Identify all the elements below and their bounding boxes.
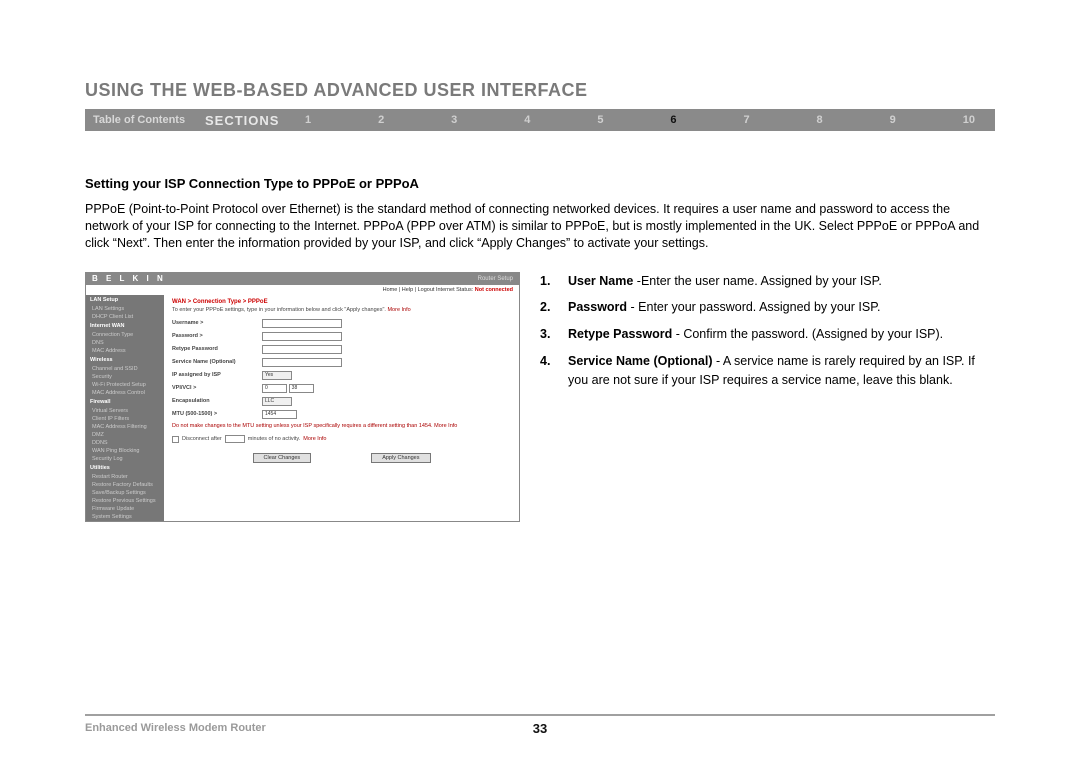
list-item: 4. Service Name (Optional) - A service n… (540, 352, 995, 390)
list-item: 1. User Name -Enter the user name. Assig… (540, 272, 995, 291)
sections-label: SECTIONS (205, 113, 305, 128)
encapsulation-select[interactable]: LLC (262, 397, 292, 406)
router-main: WAN > Connection Type > PPPoE To enter y… (164, 295, 519, 521)
router-top-links: Home | Help | Logout Internet Status: No… (86, 285, 519, 295)
field-descriptions-list: 1. User Name -Enter the user name. Assig… (540, 272, 995, 390)
sections-bar: Table of Contents SECTIONS 1 2 3 4 5 6 7… (85, 109, 995, 131)
section-link-4[interactable]: 4 (524, 114, 530, 126)
list-item: 2. Password - Enter your password. Assig… (540, 298, 995, 317)
disconnect-minutes-input[interactable] (225, 435, 245, 443)
page-footer: Enhanced Wireless Modem Router 33 (85, 714, 995, 734)
router-status: Not connected (475, 287, 513, 293)
subheading: Setting your ISP Connection Type to PPPo… (85, 176, 995, 191)
router-screenshot: B E L K I N Router Setup Home | Help | L… (85, 272, 520, 522)
router-breadcrumb: WAN > Connection Type > PPPoE (172, 299, 511, 305)
mtu-input[interactable]: 1454 (262, 410, 297, 419)
service-name-input[interactable] (262, 358, 342, 367)
clear-changes-button[interactable]: Clear Changes (253, 453, 312, 463)
ip-assigned-select[interactable]: Yes (262, 371, 292, 380)
router-setup-label: Router Setup (478, 276, 513, 282)
section-link-7[interactable]: 7 (743, 114, 749, 126)
section-link-10[interactable]: 10 (963, 114, 975, 126)
footer-product-name: Enhanced Wireless Modem Router (85, 722, 266, 734)
retype-password-input[interactable] (262, 345, 342, 354)
section-link-9[interactable]: 9 (890, 114, 896, 126)
section-link-1[interactable]: 1 (305, 114, 311, 126)
apply-changes-button[interactable]: Apply Changes (371, 453, 430, 463)
router-sidebar: LAN Setup LAN Settings DHCP Client List … (86, 295, 164, 521)
vci-input[interactable]: 38 (289, 384, 314, 393)
section-link-3[interactable]: 3 (451, 114, 457, 126)
section-link-8[interactable]: 8 (817, 114, 823, 126)
page-number: 33 (533, 721, 547, 736)
section-link-6[interactable]: 6 (670, 114, 676, 126)
password-input[interactable] (262, 332, 342, 341)
section-number-list: 1 2 3 4 5 6 7 8 9 10 (305, 114, 995, 126)
vpi-input[interactable]: 0 (262, 384, 287, 393)
disconnect-checkbox[interactable] (172, 436, 179, 443)
list-item: 3. Retype Password - Confirm the passwor… (540, 325, 995, 344)
section-link-5[interactable]: 5 (597, 114, 603, 126)
username-input[interactable] (262, 319, 342, 328)
intro-paragraph: PPPoE (Point-to-Point Protocol over Ethe… (85, 201, 995, 252)
router-brand: B E L K I N (92, 274, 166, 283)
page-title: USING THE WEB-BASED ADVANCED USER INTERF… (85, 80, 995, 101)
toc-label[interactable]: Table of Contents (85, 114, 205, 126)
section-link-2[interactable]: 2 (378, 114, 384, 126)
